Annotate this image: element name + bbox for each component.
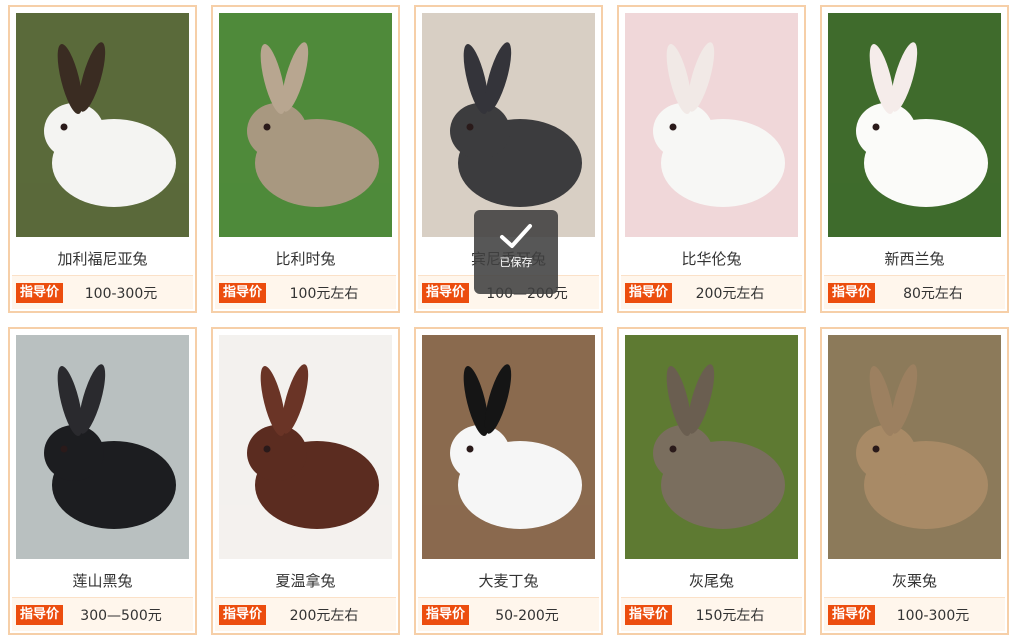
guide-price-badge: 指导价 [828, 604, 876, 625]
price-value: 80元左右 [903, 285, 963, 302]
rabbit-grid: 加利福尼亚兔指导价100-300元比利时兔指导价100元左右宾尼垂耳兔指导价10… [8, 5, 1009, 635]
rabbit-card[interactable]: 灰尾兔指导价 150元左右 [617, 327, 806, 635]
rabbit-photo[interactable] [219, 13, 392, 237]
price-bar: 指导价 150元左右 [621, 597, 802, 631]
price-value: 300—500元 [80, 607, 162, 624]
checkmark-icon [500, 224, 532, 248]
rabbit-name[interactable]: 加利福尼亚兔 [10, 245, 195, 273]
rabbit-photo[interactable] [625, 13, 798, 237]
price-value: 150元左右 [695, 607, 765, 624]
guide-price-badge: 指导价 [422, 604, 470, 625]
price-value: 200元左右 [289, 607, 359, 624]
price-value: 50-200元 [495, 607, 559, 624]
rabbit-photo[interactable] [422, 13, 595, 237]
rabbit-photo[interactable] [16, 13, 189, 237]
price-bar: 指导价 80元左右 [824, 275, 1005, 309]
price-value: 100-300元 [84, 285, 158, 302]
price-bar: 指导价 200元左右 [215, 597, 396, 631]
guide-price-badge: 指导价 [16, 604, 64, 625]
price-bar: 指导价 100-300元 [12, 275, 193, 309]
saved-toast: 已保存 [474, 210, 558, 294]
rabbit-name[interactable]: 新西兰兔 [822, 245, 1007, 273]
guide-price-badge: 指导价 [422, 282, 470, 303]
rabbit-name[interactable]: 灰栗兔 [822, 567, 1007, 595]
rabbit-photo[interactable] [422, 335, 595, 559]
rabbit-name[interactable]: 夏温拿兔 [213, 567, 398, 595]
rabbit-photo[interactable] [625, 335, 798, 559]
price-bar: 指导价 200元左右 [621, 275, 802, 309]
guide-price-badge: 指导价 [219, 282, 267, 303]
guide-price-badge: 指导价 [625, 282, 673, 303]
rabbit-card[interactable]: 夏温拿兔指导价 200元左右 [211, 327, 400, 635]
guide-price-badge: 指导价 [219, 604, 267, 625]
rabbit-photo[interactable] [828, 335, 1001, 559]
rabbit-name[interactable]: 比华伦兔 [619, 245, 804, 273]
price-value: 200元左右 [695, 285, 765, 302]
price-bar: 指导价 300—500元 [12, 597, 193, 631]
rabbit-card[interactable]: 灰栗兔指导价 100-300元 [820, 327, 1009, 635]
rabbit-name[interactable]: 莲山黑兔 [10, 567, 195, 595]
guide-price-badge: 指导价 [625, 604, 673, 625]
rabbit-card[interactable]: 新西兰兔指导价 80元左右 [820, 5, 1009, 313]
price-bar: 指导价 100元左右 [215, 275, 396, 309]
rabbit-card[interactable]: 比华伦兔指导价 200元左右 [617, 5, 806, 313]
toast-text: 已保存 [499, 256, 533, 269]
rabbit-photo[interactable] [828, 13, 1001, 237]
rabbit-card[interactable]: 大麦丁兔指导价 50-200元 [414, 327, 603, 635]
rabbit-card[interactable]: 加利福尼亚兔指导价 100-300元 [8, 5, 197, 313]
price-bar: 指导价 50-200元 [418, 597, 599, 631]
rabbit-card[interactable]: 比利时兔指导价 100元左右 [211, 5, 400, 313]
rabbit-card[interactable]: 莲山黑兔指导价 300—500元 [8, 327, 197, 635]
rabbit-name[interactable]: 大麦丁兔 [416, 567, 601, 595]
price-value: 100-300元 [896, 607, 970, 624]
price-bar: 指导价 100-300元 [824, 597, 1005, 631]
rabbit-photo[interactable] [219, 335, 392, 559]
rabbit-name[interactable]: 比利时兔 [213, 245, 398, 273]
guide-price-badge: 指导价 [828, 282, 876, 303]
rabbit-photo[interactable] [16, 335, 189, 559]
rabbit-name[interactable]: 灰尾兔 [619, 567, 804, 595]
guide-price-badge: 指导价 [16, 282, 64, 303]
price-value: 100元左右 [289, 285, 359, 302]
